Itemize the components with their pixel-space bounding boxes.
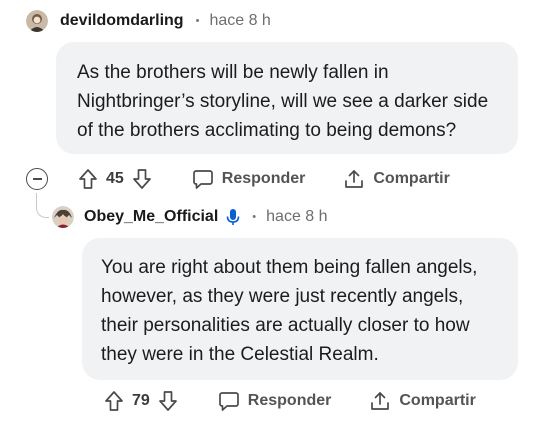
share-label: Compartir xyxy=(373,170,450,187)
share-icon xyxy=(371,392,390,410)
comment-timestamp: hace 8 h xyxy=(266,208,328,225)
meta-separator: • xyxy=(195,15,200,27)
user-avatar[interactable] xyxy=(26,10,48,32)
comment-text-line: As the brothers will be newly fallen in xyxy=(77,62,389,83)
comment-header: devildomdarling • hace 8 h xyxy=(26,8,271,34)
comment-body: As the brothers will be newly fallen in … xyxy=(56,42,518,154)
reply-actions: 79 Responder Compartir xyxy=(104,386,476,416)
reply-header: Obey_Me_Official • hace 8 h xyxy=(52,204,328,230)
share-button[interactable]: Compartir xyxy=(343,168,450,190)
vote-count: 79 xyxy=(132,392,150,409)
user-avatar[interactable] xyxy=(52,206,74,228)
reply-label: Responder xyxy=(247,392,332,409)
upvote-button[interactable] xyxy=(104,390,124,412)
reply-body: You are right about them being fallen an… xyxy=(82,238,518,380)
comment-text-line: they were in the Celestial Realm. xyxy=(101,344,379,365)
collapse-thread-button[interactable] xyxy=(26,168,48,190)
meta-separator: • xyxy=(252,211,257,223)
share-icon xyxy=(345,170,364,188)
comment-text-line: however, as they were just recently ange… xyxy=(101,286,464,307)
reply-label: Responder xyxy=(221,170,306,187)
comment-text-line: their personalities are actually closer … xyxy=(101,315,470,336)
username[interactable]: Obey_Me_Official xyxy=(84,208,218,226)
comment-text-line: You are right about them being fallen an… xyxy=(101,257,478,278)
arrow-down-icon xyxy=(158,391,177,411)
reply-button[interactable]: Responder xyxy=(218,390,332,412)
comment-actions: 45 Responder Compartir xyxy=(26,164,450,194)
microphone-icon xyxy=(226,208,240,226)
share-label: Compartir xyxy=(399,392,476,409)
chat-bubble-icon xyxy=(218,392,239,411)
username[interactable]: devildomdarling xyxy=(60,12,184,30)
comment-text-line: Nightbringer’s storyline, will we see a … xyxy=(77,91,489,112)
chat-bubble-icon xyxy=(192,170,213,189)
comment-text-line: of the brothers acclimating to being dem… xyxy=(77,120,457,141)
arrow-up-icon xyxy=(79,169,97,189)
thread-connector-line xyxy=(36,193,49,218)
comment-timestamp: hace 8 h xyxy=(209,12,271,29)
downvote-button[interactable] xyxy=(132,168,152,190)
upvote-button[interactable] xyxy=(78,168,98,190)
minus-icon xyxy=(32,178,42,180)
vote-count: 45 xyxy=(106,170,124,187)
arrow-down-icon xyxy=(132,169,151,189)
comment-thread: devildomdarling • hace 8 h As the brothe… xyxy=(0,0,540,434)
reply-button[interactable]: Responder xyxy=(192,168,306,190)
arrow-up-icon xyxy=(105,391,123,411)
downvote-button[interactable] xyxy=(158,390,178,412)
share-button[interactable]: Compartir xyxy=(369,390,476,412)
